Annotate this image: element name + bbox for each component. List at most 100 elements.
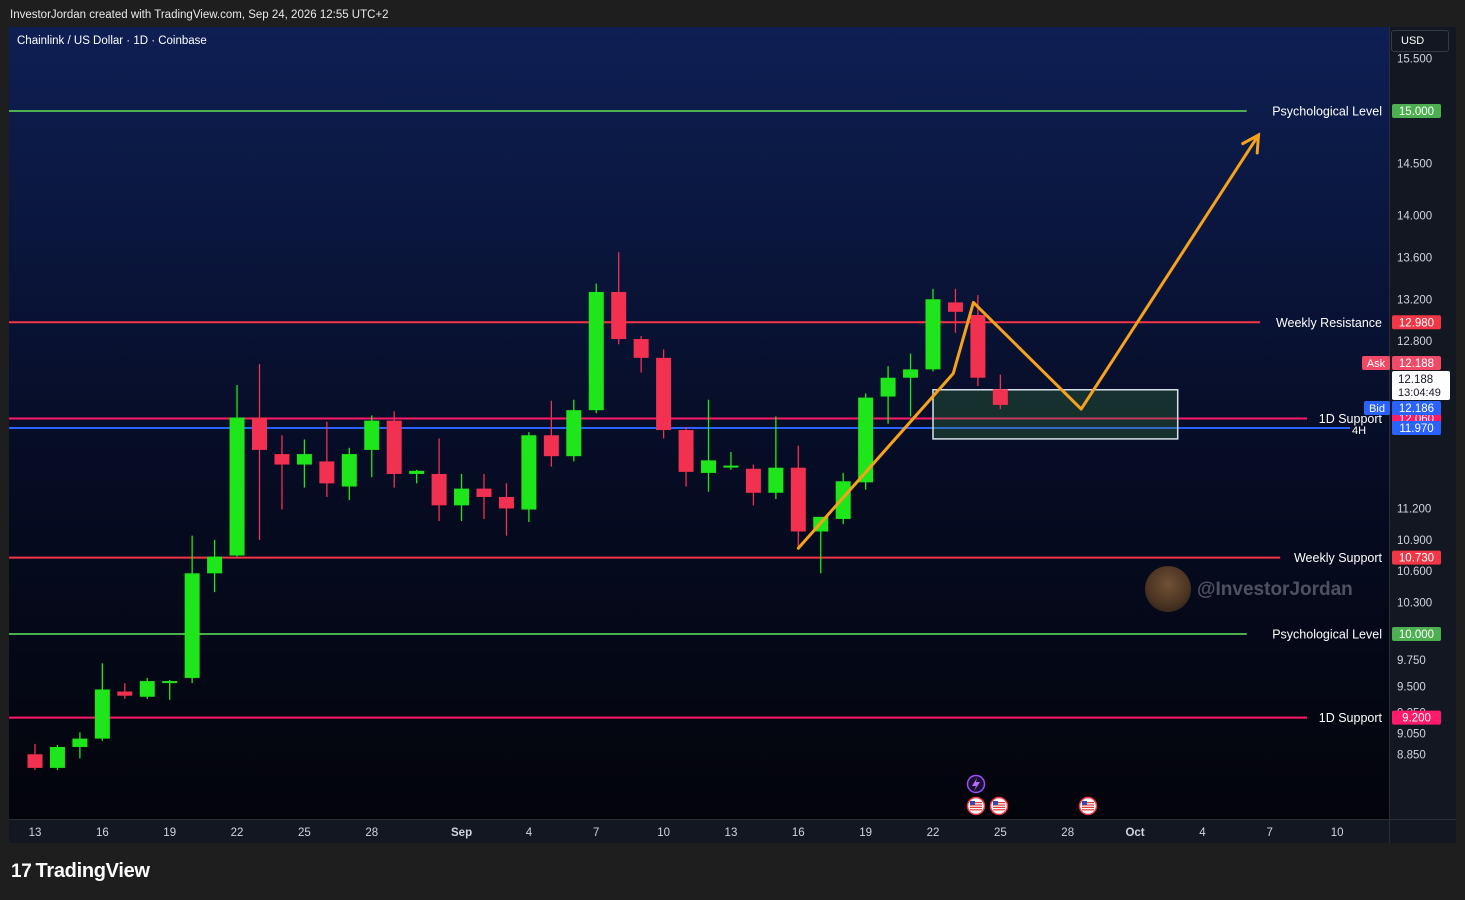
candle-body (27, 754, 43, 768)
ask-label: Ask (1367, 358, 1386, 370)
candle-body (588, 291, 604, 411)
level-label: Weekly Support (1294, 551, 1383, 565)
candle-body (431, 473, 447, 506)
candle-body (252, 417, 267, 450)
candle-body (992, 389, 1008, 405)
tradingview-logo-icon: 17 (11, 861, 32, 882)
bid-line-tag-label: 11.970 (1399, 423, 1433, 435)
candle-body (903, 369, 919, 378)
us-flag-icon (1078, 796, 1098, 816)
candle-body (835, 481, 851, 519)
candle-body (701, 460, 716, 473)
chart-canvas[interactable]: Psychological Level Weekly Resistance 1D S… (0, 0, 1465, 843)
us-flag-icon (989, 796, 1009, 816)
candle-body (656, 357, 672, 431)
time-tick-label: 16 (792, 827, 805, 839)
level-price-tag-label: 15.000 (1399, 106, 1434, 118)
us-flag-canton (1082, 801, 1087, 805)
time-tick-label: 7 (593, 827, 599, 839)
candle-body (94, 689, 110, 739)
candle-body (117, 691, 133, 696)
price-tick-label: 13.200 (1397, 294, 1432, 306)
level-label: 1D Support (1319, 711, 1383, 725)
price-tick-label: 9.500 (1397, 681, 1426, 693)
time-axis-background (9, 819, 1389, 843)
candle-body (184, 573, 200, 678)
currency-selector[interactable]: USD (1391, 30, 1449, 52)
us-flag-canton (970, 801, 975, 805)
time-tick-label: 10 (1331, 827, 1344, 839)
time-tick-label: 19 (859, 827, 872, 839)
candle-body (386, 420, 402, 474)
candle-body (723, 465, 739, 468)
candle-body (296, 454, 312, 465)
price-tick-label: 8.850 (1397, 749, 1426, 761)
price-tick-label: 11.200 (1397, 503, 1431, 515)
bid-label: Bid (1369, 403, 1385, 415)
us-flag-icon (966, 796, 986, 816)
price-tick-label: 14.500 (1397, 158, 1432, 170)
level-price-tag-label: 10.000 (1399, 629, 1434, 641)
candle-body (364, 420, 380, 450)
candle-body (409, 470, 425, 474)
level-price-tag-label: 10.730 (1399, 553, 1434, 565)
candle-body (947, 302, 963, 312)
price-tick-label: 9.750 (1397, 655, 1426, 667)
time-tick-label: Oct (1125, 827, 1144, 839)
time-tick-label: 28 (1061, 827, 1074, 839)
time-tick-label: 7 (1267, 827, 1273, 839)
level-label: Psychological Level (1272, 105, 1382, 119)
us-flag-stripe (970, 806, 982, 808)
candle-body (745, 468, 761, 493)
candle-body (319, 461, 335, 484)
time-tick-label: 25 (994, 827, 1007, 839)
candle-body (521, 435, 537, 510)
time-tick-label: 13 (29, 827, 42, 839)
time-tick-label: 22 (927, 827, 940, 839)
interval-label: 4H (1352, 425, 1366, 437)
candle-body (229, 417, 245, 556)
support-zone-box (932, 389, 1179, 440)
price-tick-label: 15.500 (1397, 54, 1432, 66)
candle-body (498, 496, 514, 509)
price-tick-label: 10.600 (1397, 566, 1432, 578)
time-tick-label: 22 (231, 827, 244, 839)
price-tick-label: 10.300 (1397, 598, 1432, 610)
level-price-tag-label: 9.200 (1402, 713, 1431, 725)
time-tick-label: 25 (298, 827, 311, 839)
tradingview-logo[interactable]: 17 TradingView (11, 860, 150, 883)
candle-body (49, 746, 65, 768)
candle-body (341, 454, 357, 487)
candle-body (678, 430, 694, 472)
symbol-title[interactable]: Chainlink / US Dollar · 1D · Coinbase (17, 35, 207, 47)
price-tick-label: 12.800 (1397, 336, 1432, 348)
us-flag-stripe (1082, 809, 1094, 811)
us-flag-stripe (993, 806, 1005, 808)
last-price: 12.188 (1398, 374, 1433, 386)
support-zone (932, 389, 1179, 440)
price-tick-label: 10.900 (1397, 535, 1432, 547)
author-avatar (1145, 566, 1191, 612)
time-tick-label: 28 (365, 827, 378, 839)
candle-body (72, 738, 88, 747)
level-label: Psychological Level (1272, 628, 1382, 642)
bid-price: 12.186 (1399, 403, 1434, 415)
candle-body (139, 681, 155, 697)
candle-body (925, 299, 941, 370)
tradingview-logo-text: TradingView (35, 860, 150, 882)
price-tick-label: 9.050 (1397, 728, 1426, 740)
candle-body (476, 488, 492, 497)
candle-body (611, 291, 627, 340)
time-tick-label: 10 (657, 827, 670, 839)
candle-body (543, 435, 559, 457)
candle-body (207, 556, 223, 574)
candle-body (633, 339, 649, 358)
candle-body (274, 454, 290, 465)
plot-background (9, 27, 1389, 819)
watermark-text: @InvestorJordan (1197, 579, 1353, 600)
candle-body (970, 314, 986, 378)
time-tick-label: 4 (526, 827, 533, 839)
price-tick-label: 13.600 (1397, 252, 1432, 264)
candle-body (454, 488, 470, 506)
candle-body (566, 410, 582, 457)
